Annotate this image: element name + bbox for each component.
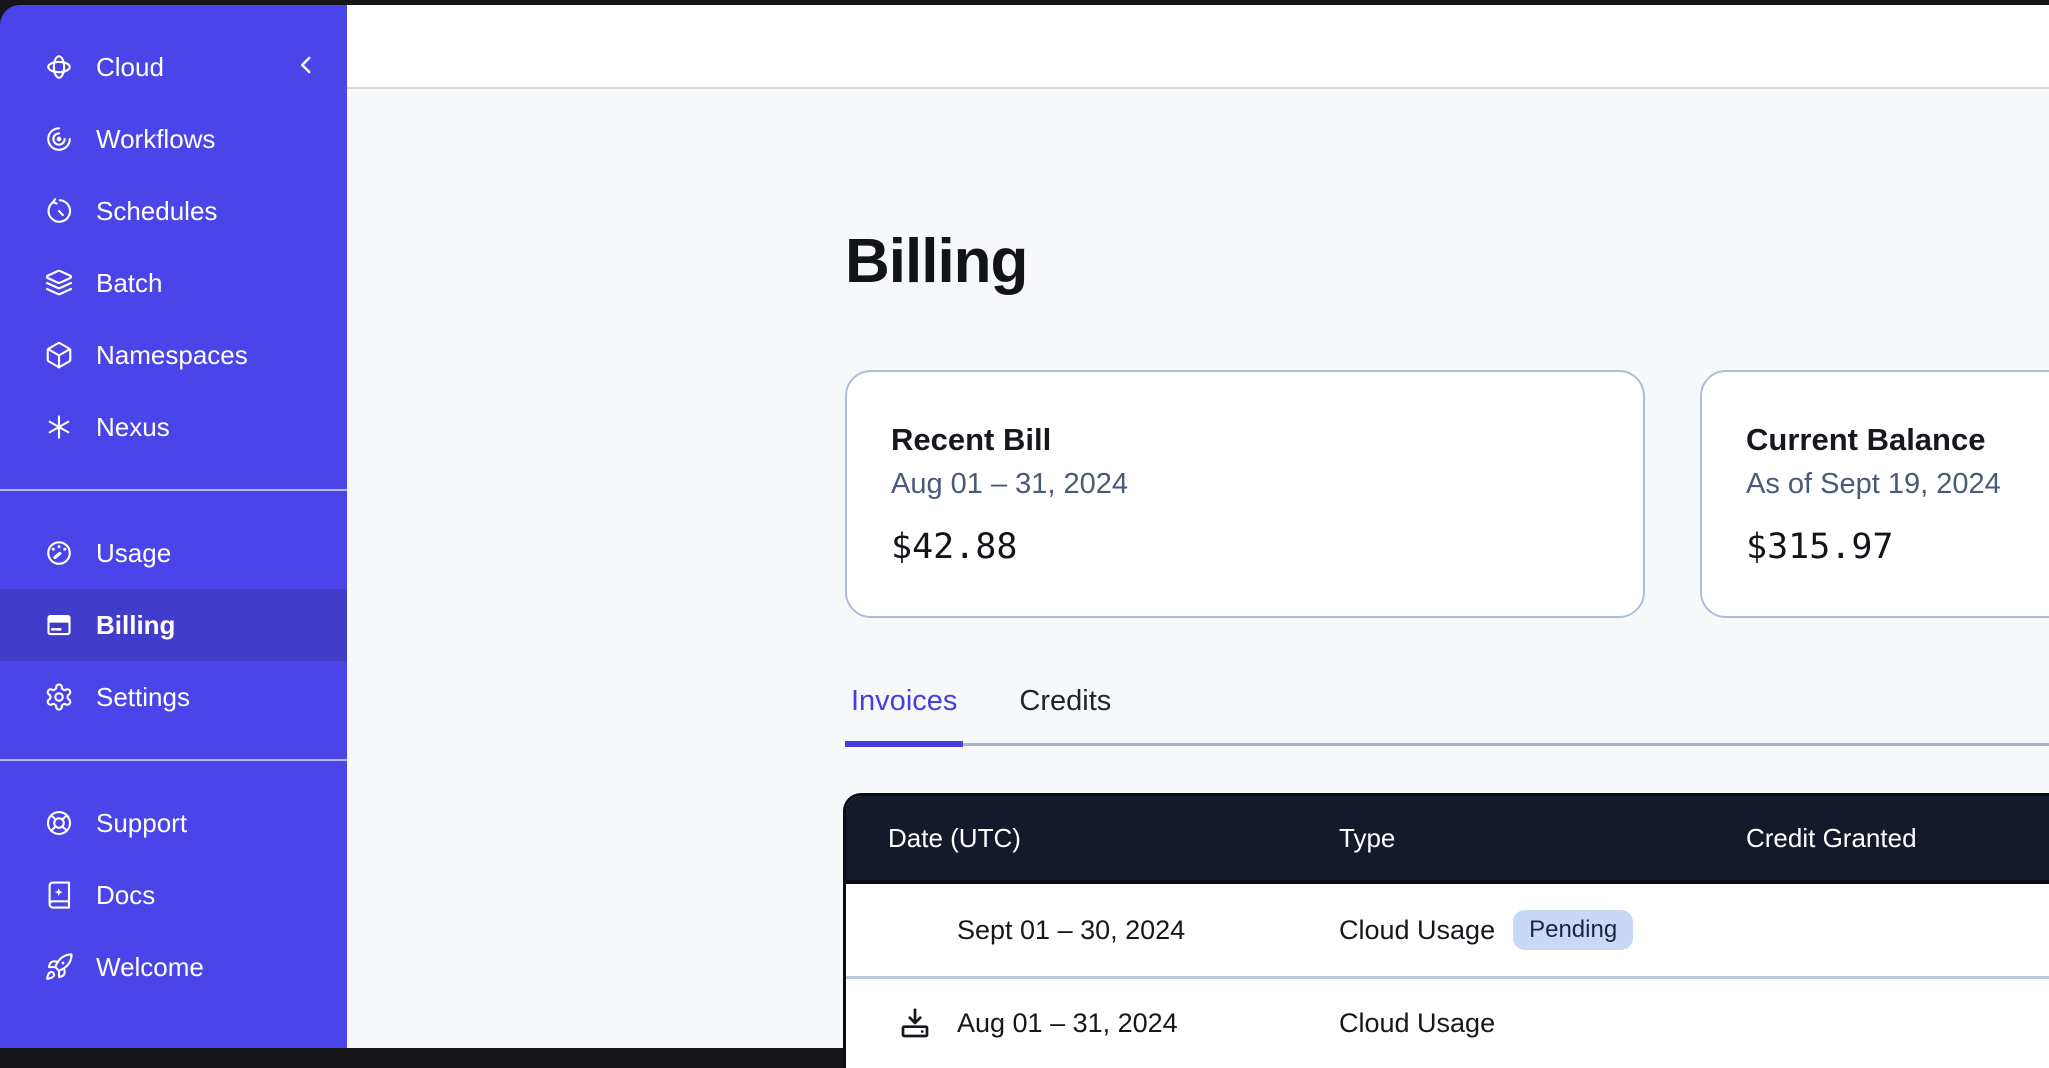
sidebar-item-label: Schedules	[96, 196, 217, 227]
table-row: Aug 01 – 31, 2024 Cloud Usage	[846, 976, 2049, 1068]
invoice-date: Sept 01 – 30, 2024	[846, 915, 1339, 946]
sidebar-item-label: Namespaces	[96, 340, 248, 371]
column-header-date: Date (UTC)	[846, 823, 1339, 854]
sidebar-item-label: Workflows	[96, 124, 215, 155]
sidebar-item-batch[interactable]: Batch	[0, 247, 347, 319]
column-header-type: Type	[1339, 823, 1746, 854]
card-title: Recent Bill	[891, 422, 1599, 458]
namespaces-icon	[44, 340, 74, 370]
sidebar-item-label: Billing	[96, 610, 175, 641]
sidebar-item-label: Batch	[96, 268, 163, 299]
card-title: Current Balance	[1746, 422, 2049, 458]
sidebar-item-welcome[interactable]: Welcome	[0, 931, 347, 1003]
main-content: Billing Recent Bill Aug 01 – 31, 2024 $4…	[347, 5, 2049, 1048]
sidebar-item-settings[interactable]: Settings	[0, 661, 347, 733]
temporal-logo-icon	[44, 52, 74, 82]
sidebar-item-support[interactable]: Support	[0, 787, 347, 859]
chevron-left-icon	[293, 52, 319, 82]
sidebar-item-label: Support	[96, 808, 187, 839]
card-amount: $315.97	[1746, 527, 2049, 567]
sidebar-item-label: Nexus	[96, 412, 170, 443]
sidebar-item-schedules[interactable]: Schedules	[0, 175, 347, 247]
current-balance-card: Current Balance As of Sept 19, 2024 $315…	[1700, 370, 2049, 618]
schedules-icon	[44, 196, 74, 226]
sidebar-item-workflows[interactable]: Workflows	[0, 103, 347, 175]
workflows-icon	[44, 124, 74, 154]
sidebar-item-billing[interactable]: Billing	[0, 589, 347, 661]
welcome-rocket-icon	[44, 952, 74, 982]
column-header-credit-granted: Credit Granted	[1746, 823, 2049, 854]
settings-icon	[44, 682, 74, 712]
download-icon	[897, 1018, 933, 1048]
usage-icon	[44, 538, 74, 568]
sidebar-item-label: Docs	[96, 880, 155, 911]
card-amount: $42.88	[891, 527, 1599, 567]
card-period: Aug 01 – 31, 2024	[891, 468, 1599, 501]
top-bar	[347, 5, 2049, 89]
sidebar-item-usage[interactable]: Usage	[0, 517, 347, 589]
docs-icon	[44, 880, 74, 910]
invoice-type: Cloud Usage	[1339, 915, 1495, 946]
download-invoice-button[interactable]	[897, 1006, 933, 1042]
table-header-row: Date (UTC) Type Credit Granted	[846, 796, 2049, 884]
support-icon	[44, 808, 74, 838]
tab-invoices[interactable]: Invoices	[845, 683, 963, 743]
page-title: Billing	[845, 226, 1027, 297]
sidebar-item-cloud[interactable]: Cloud	[0, 31, 347, 103]
sidebar-item-namespaces[interactable]: Namespaces	[0, 319, 347, 391]
invoice-type: Cloud Usage	[1339, 1008, 1495, 1039]
sidebar-item-nexus[interactable]: Nexus	[0, 391, 347, 463]
invoices-table: Date (UTC) Type Credit Granted Sept 01 –…	[843, 793, 2049, 1068]
sidebar-divider	[0, 759, 347, 761]
billing-tabs: Invoices Credits	[845, 683, 2049, 746]
card-as-of-date: As of Sept 19, 2024	[1746, 468, 2049, 501]
table-row: Sept 01 – 30, 2024 Cloud Usage Pending	[846, 884, 2049, 976]
nexus-icon	[44, 412, 74, 442]
sidebar-item-label: Welcome	[96, 952, 204, 983]
sidebar: Cloud Workflows Schedules Batch Namespac…	[0, 5, 347, 1048]
recent-bill-card: Recent Bill Aug 01 – 31, 2024 $42.88	[845, 370, 1645, 618]
tab-credits[interactable]: Credits	[1013, 683, 1117, 743]
sidebar-divider	[0, 489, 347, 491]
batch-icon	[44, 268, 74, 298]
sidebar-item-docs[interactable]: Docs	[0, 859, 347, 931]
sidebar-item-label: Usage	[96, 538, 171, 569]
sidebar-item-label: Cloud	[96, 52, 164, 83]
collapse-sidebar-button[interactable]	[293, 52, 323, 82]
sidebar-item-label: Settings	[96, 682, 190, 713]
status-badge: Pending	[1513, 910, 1633, 950]
billing-icon	[44, 610, 74, 640]
summary-cards: Recent Bill Aug 01 – 31, 2024 $42.88 Cur…	[845, 370, 2049, 618]
